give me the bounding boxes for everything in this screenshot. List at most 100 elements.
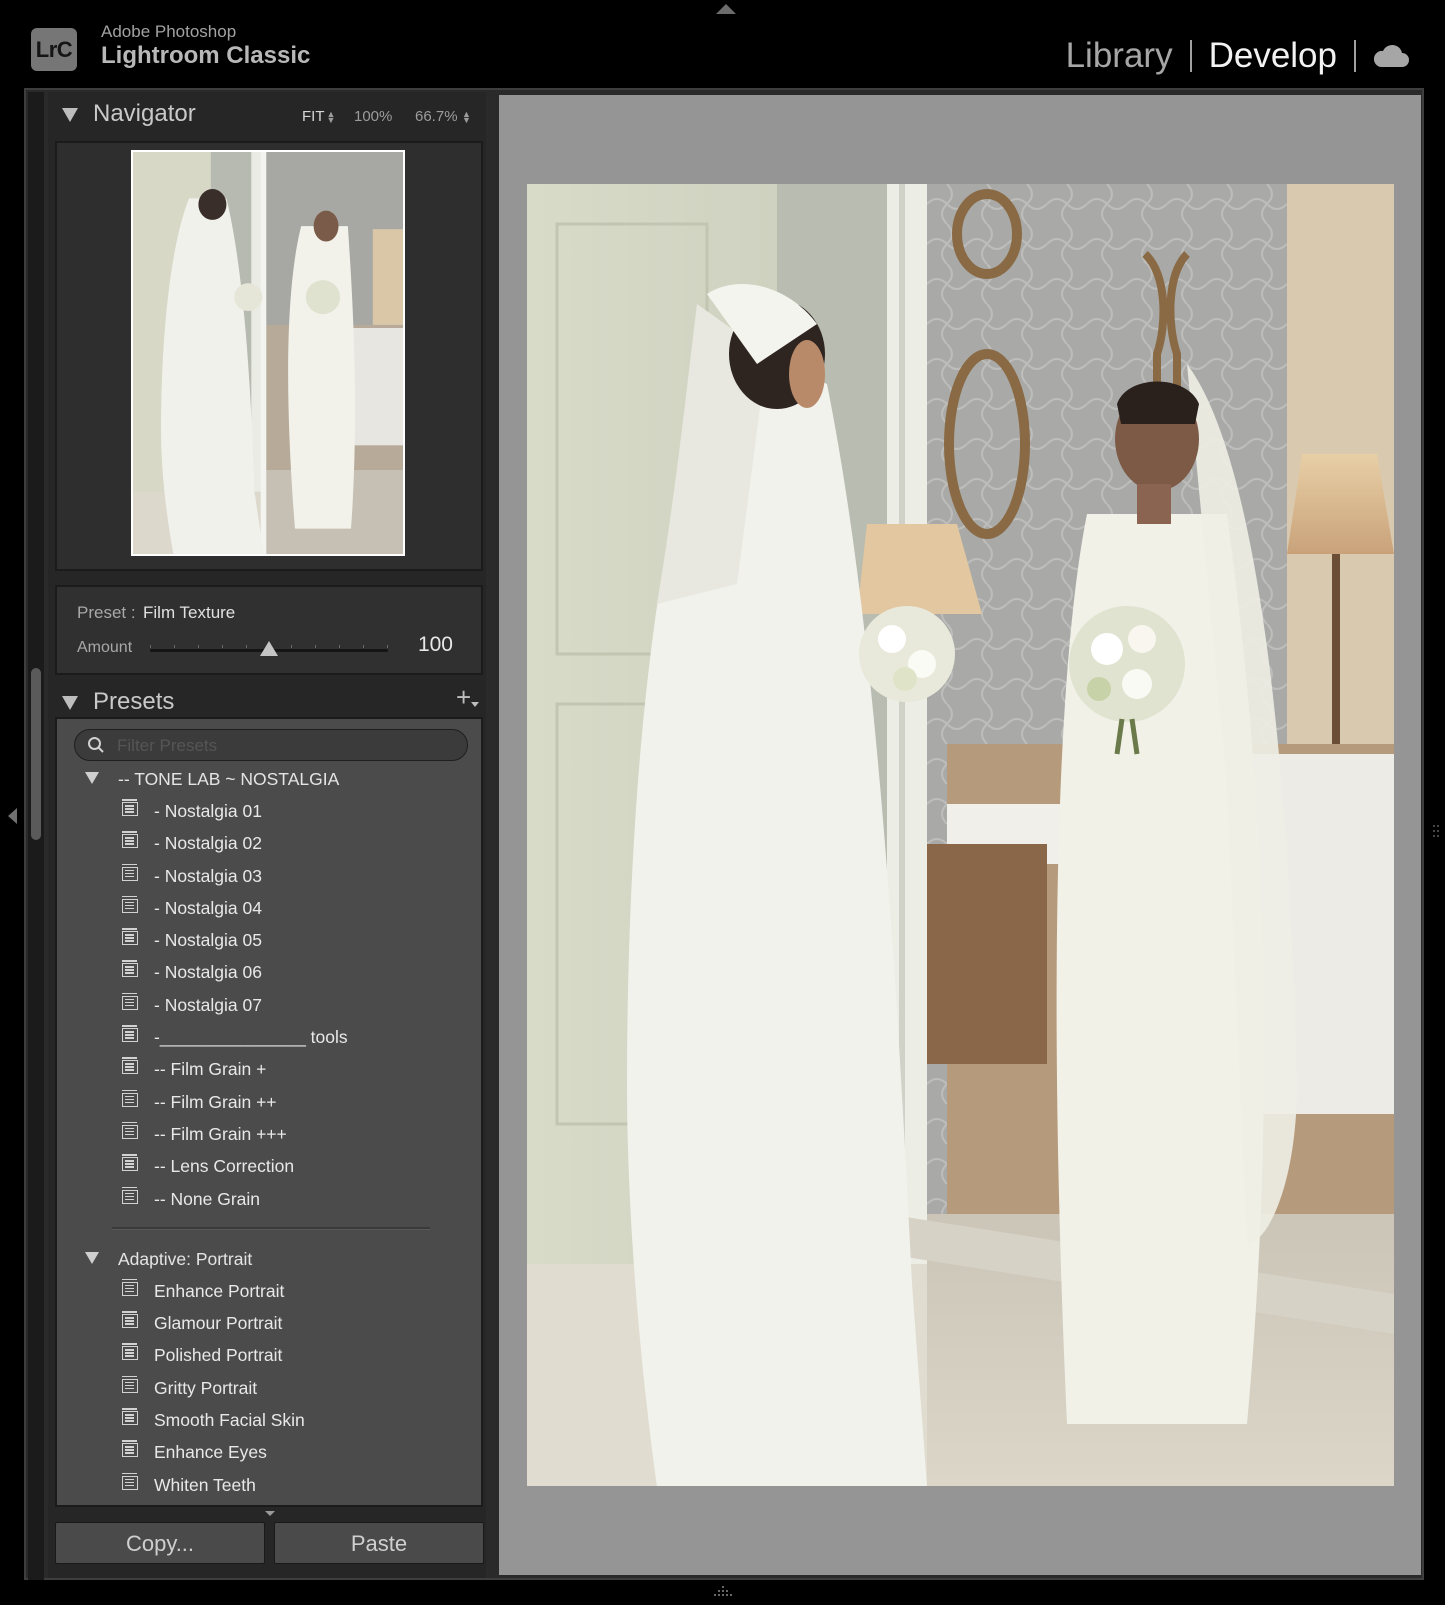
module-develop[interactable]: Develop	[1209, 36, 1337, 76]
amount-value[interactable]: 100	[418, 633, 453, 657]
preset-item[interactable]: -- Film Grain +	[57, 1053, 481, 1085]
collapse-top-panel-arrow-icon[interactable]	[716, 4, 736, 14]
preset-label: Preset :	[77, 603, 136, 622]
preset-item-label: Gritty Portrait	[154, 1377, 258, 1398]
preset-item[interactable]: - Nostalgia 06	[57, 956, 481, 988]
preset-icon	[122, 1186, 138, 1204]
expand-triangle-icon[interactable]	[85, 1251, 99, 1264]
presets-list-panel: -- TONE LAB ~ NOSTALGIA - Nostalgia 01 -…	[55, 717, 483, 1507]
preset-item[interactable]: - Nostalgia 04	[57, 892, 481, 924]
navigator-thumbnail[interactable]	[131, 150, 405, 556]
preset-item-label: Smooth Facial Skin	[154, 1410, 305, 1431]
preset-icon	[122, 1408, 138, 1426]
preset-item[interactable]: Polished Portrait	[57, 1339, 481, 1371]
preset-icon	[122, 992, 138, 1010]
amount-slider-thumb[interactable]	[260, 641, 278, 656]
bottom-panel-grip-icon[interactable]	[712, 1584, 734, 1598]
collapse-triangle-icon[interactable]	[62, 696, 78, 710]
preset-item-label: - Nostalgia 03	[154, 865, 262, 886]
paste-button[interactable]: Paste	[274, 1522, 484, 1564]
preset-icon	[122, 928, 138, 946]
slider-tick	[198, 645, 199, 648]
preset-item[interactable]: - Nostalgia 03	[57, 860, 481, 892]
preset-item-label: -- Lens Correction	[154, 1156, 295, 1177]
preset-icon	[122, 1375, 138, 1393]
slider-tick	[246, 645, 247, 648]
left-panel-scrollbar-thumb[interactable]	[31, 668, 41, 840]
preset-item-label: -- Film Grain +++	[154, 1123, 287, 1144]
zoom-custom-label: 66.7%	[415, 108, 458, 125]
preset-item-label: - Nostalgia 04	[154, 897, 262, 918]
preset-item[interactable]: - Nostalgia 07	[57, 989, 481, 1021]
filter-presets-input[interactable]	[115, 734, 459, 758]
scroll-down-caret-icon[interactable]	[265, 1511, 275, 1516]
preset-item-label: -- Film Grain +	[154, 1059, 267, 1080]
slider-tick	[222, 645, 223, 648]
preset-icon	[122, 1057, 138, 1075]
preset-item-label: - Nostalgia 05	[154, 930, 262, 951]
preset-item[interactable]: - Nostalgia 02	[57, 827, 481, 859]
amount-label: Amount	[77, 639, 133, 656]
collapse-triangle-icon[interactable]	[62, 108, 78, 122]
zoom-custom-arrows-icon[interactable]: ▲ ▼	[460, 108, 471, 125]
preset-item[interactable]: -_______________ tools	[57, 1021, 481, 1053]
slider-tick	[291, 645, 292, 648]
preset-group-tone-lab[interactable]: -- TONE LAB ~ NOSTALGIA	[57, 763, 481, 795]
top-bar: LrC Adobe Photoshop Lightroom Classic Li…	[0, 0, 1445, 88]
expand-triangle-icon[interactable]	[85, 772, 99, 784]
presets-title: Presets	[93, 688, 175, 715]
preset-item[interactable]: Enhance Portrait	[57, 1275, 481, 1307]
preset-item[interactable]: Enhance Eyes	[57, 1436, 481, 1468]
slider-tick	[387, 645, 388, 648]
preset-icon	[122, 1154, 138, 1172]
module-separator	[1354, 40, 1356, 72]
zoom-custom-option[interactable]: 66.7%	[415, 108, 458, 125]
zoom-fit-option[interactable]: FIT ▲ ▼	[302, 108, 335, 125]
cloud-icon[interactable]	[1373, 43, 1409, 69]
filter-presets-field[interactable]	[74, 729, 468, 761]
navigator-title: Navigator	[93, 100, 196, 127]
preset-group-adaptive-portrait[interactable]: Adaptive: Portrait	[57, 1243, 481, 1275]
preset-icon	[122, 831, 138, 849]
zoom-100-option[interactable]: 100%	[354, 108, 392, 125]
preset-item-label: -_______________ tools	[154, 1027, 348, 1048]
preset-item-label: -- Film Grain ++	[154, 1091, 277, 1112]
preset-item[interactable]: -- Film Grain +++	[57, 1118, 481, 1150]
module-library[interactable]: Library	[1066, 36, 1173, 76]
add-preset-icon[interactable]: +	[456, 684, 471, 710]
preset-icon	[122, 960, 138, 978]
preset-item-label: -- None Grain	[154, 1188, 261, 1209]
search-icon	[88, 737, 104, 753]
preset-item-label: Polished Portrait	[154, 1345, 283, 1366]
add-preset-dropdown-icon[interactable]	[471, 702, 479, 707]
preset-item[interactable]: -- Film Grain ++	[57, 1086, 481, 1118]
preset-item[interactable]: Smooth Facial Skin	[57, 1404, 481, 1436]
preset-icon	[122, 1440, 138, 1458]
preset-item[interactable]: - Nostalgia 01	[57, 795, 481, 827]
preset-icon	[122, 1472, 138, 1490]
preset-item-label: - Nostalgia 01	[154, 801, 262, 821]
preset-group-label: Adaptive: Portrait	[118, 1248, 253, 1269]
updown-arrows-icon: ▲ ▼	[326, 109, 336, 126]
lightroom-logo: LrC	[31, 28, 77, 71]
presets-tree: -- TONE LAB ~ NOSTALGIA - Nostalgia 01 -…	[57, 763, 481, 1501]
preset-icon	[122, 1311, 138, 1329]
main-photo[interactable]	[527, 184, 1394, 1486]
collapse-left-panel-arrow-icon[interactable]	[8, 808, 17, 824]
app-name: Lightroom Classic	[101, 42, 311, 69]
copy-button[interactable]: Copy...	[55, 1522, 265, 1564]
preset-item[interactable]: Whiten Teeth	[57, 1469, 481, 1501]
preset-item-label: Whiten Teeth	[154, 1474, 256, 1495]
slider-tick	[174, 645, 175, 648]
right-panel-grip-icon[interactable]	[1432, 820, 1442, 842]
preset-icon	[122, 895, 138, 913]
preset-item[interactable]: Glamour Portrait	[57, 1307, 481, 1339]
preset-item[interactable]: - Nostalgia 05	[57, 924, 481, 956]
navigator-header[interactable]: Navigator FIT ▲ ▼ 100% 66.7% ▲ ▼	[56, 92, 480, 138]
module-separator	[1189, 40, 1192, 72]
preset-icon	[122, 1121, 138, 1139]
preset-item[interactable]: -- None Grain	[57, 1183, 481, 1215]
preset-item[interactable]: -- Lens Correction	[57, 1150, 481, 1182]
preset-item[interactable]: Gritty Portrait	[57, 1372, 481, 1404]
group-divider	[57, 1215, 481, 1243]
